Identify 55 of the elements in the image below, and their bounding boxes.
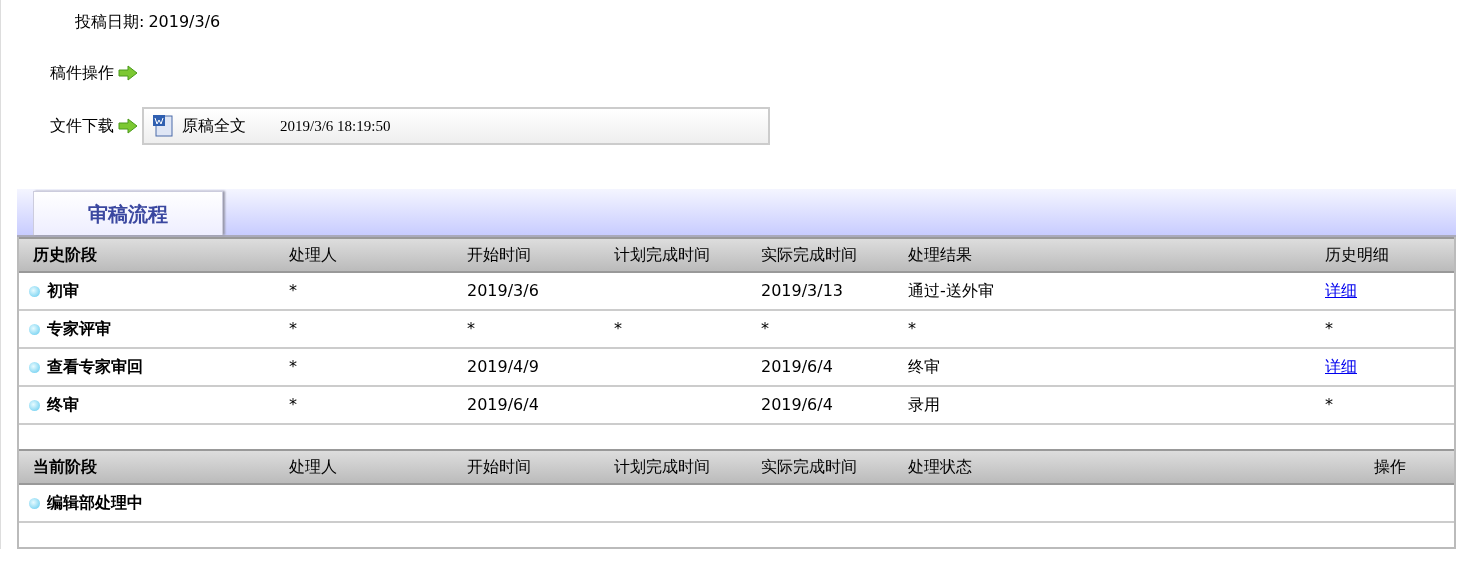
column-header: 实际完成时间 bbox=[761, 244, 858, 266]
table-cell-text: * bbox=[1325, 394, 1333, 416]
field-label: 投稿日期: bbox=[75, 11, 145, 33]
file-link[interactable]: 原稿全文 bbox=[182, 114, 246, 138]
stage-name: 查看专家审回 bbox=[47, 356, 143, 378]
table-cell-text: * bbox=[289, 394, 298, 416]
column-header: 处理人 bbox=[289, 244, 338, 266]
column-header: 处理状态 bbox=[908, 456, 973, 478]
table-cell-text: * bbox=[908, 318, 917, 340]
section-label: 稿件操作 bbox=[50, 62, 114, 84]
column-header: 历史阶段 bbox=[32, 244, 98, 266]
column-header: 处理结果 bbox=[908, 244, 973, 266]
submission-date: 2019/3/6 bbox=[148, 11, 221, 33]
table-cell-text: 2019/3/6 bbox=[467, 280, 540, 302]
table-cell-text: * bbox=[289, 280, 298, 302]
tab[interactable]: 审稿流程 bbox=[33, 191, 223, 235]
column-header: 开始时间 bbox=[467, 456, 532, 478]
table-cell-text: 录用 bbox=[908, 394, 941, 416]
stage-name: 编辑部处理中 bbox=[47, 492, 143, 514]
table-cell-text: 2019/6/4 bbox=[761, 394, 834, 416]
detail-link[interactable]: 详细 bbox=[1325, 355, 1357, 379]
table-cell-text: * bbox=[467, 318, 476, 340]
table-cell-text: * bbox=[761, 318, 770, 340]
arrow-icon bbox=[118, 118, 138, 134]
table-cell-text: * bbox=[614, 318, 623, 340]
status-dot-icon bbox=[29, 497, 40, 509]
table-cell-text: 2019/4/9 bbox=[467, 356, 540, 378]
table-cell-text: 2019/6/4 bbox=[761, 356, 834, 378]
status-dot-icon bbox=[29, 285, 40, 297]
arrow-icon[interactable] bbox=[118, 65, 138, 81]
column-header: 处理人 bbox=[289, 456, 338, 478]
column-header: 操作 bbox=[1374, 456, 1406, 478]
column-header: 开始时间 bbox=[467, 244, 532, 266]
section-label: 文件下载 bbox=[50, 115, 114, 137]
table-cell-text: * bbox=[289, 356, 298, 378]
table-cell-text: * bbox=[289, 318, 298, 340]
stage-name: 初审 bbox=[47, 280, 79, 302]
column-header: 当前阶段 bbox=[32, 456, 98, 478]
table-cell-text: 2019/6/4 bbox=[467, 394, 540, 416]
column-header: 历史明细 bbox=[1325, 244, 1390, 266]
upload-time: 2019/3/6 18:19:50 bbox=[280, 116, 391, 136]
stage-name: 专家评审 bbox=[47, 318, 111, 340]
table-cell-text: 通过-送外审 bbox=[908, 280, 995, 302]
column-header: 实际完成时间 bbox=[761, 456, 858, 478]
table-cell-text: * bbox=[1325, 318, 1333, 340]
table-cell-text: 终审 bbox=[908, 356, 941, 378]
status-dot-icon bbox=[29, 361, 40, 373]
document-icon[interactable] bbox=[152, 114, 174, 138]
column-header: 计划完成时间 bbox=[614, 244, 711, 266]
stage-name: 终审 bbox=[47, 394, 79, 416]
table-cell-text: 2019/3/13 bbox=[761, 280, 845, 302]
detail-link[interactable]: 详细 bbox=[1325, 279, 1357, 303]
status-dot-icon bbox=[29, 323, 40, 335]
column-header: 计划完成时间 bbox=[614, 456, 711, 478]
status-dot-icon bbox=[29, 399, 40, 411]
